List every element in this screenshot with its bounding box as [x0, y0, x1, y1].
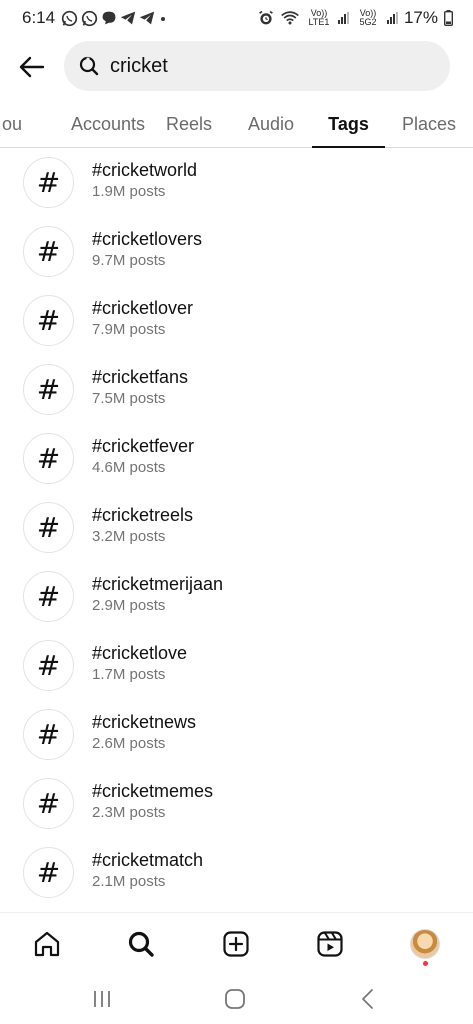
search-input[interactable]: [110, 54, 410, 78]
reels-button[interactable]: [306, 921, 354, 967]
hashtag-icon: #: [23, 640, 74, 691]
post-count: 1.7M posts: [92, 666, 166, 683]
tag-name: #cricketmemes: [92, 781, 214, 801]
telegram-icon: [120, 11, 136, 25]
status-right: Vo)) LTE1 Vo)) 5G2 17%: [258, 8, 453, 28]
whatsapp-icon: [61, 10, 78, 26]
post-count: 2.3M posts: [92, 804, 166, 821]
tag-name: #cricketlove: [92, 643, 188, 663]
recent-apps-icon: [94, 991, 110, 1007]
reels-icon: [317, 931, 343, 957]
list-item[interactable]: # #cricketreels 3.2M posts: [0, 493, 473, 562]
network-label-1: Vo)) LTE1: [308, 8, 330, 27]
alarm-icon: [259, 10, 273, 25]
hashtag-icon: #: [23, 571, 74, 622]
post-count: 7.9M posts: [92, 321, 166, 338]
post-count: 2.6M posts: [92, 735, 166, 752]
tab-audio[interactable]: Audio: [238, 100, 304, 148]
signal-icon: [386, 12, 398, 24]
tab-accounts[interactable]: Accounts: [48, 100, 168, 148]
list-item[interactable]: # #cricketlove 1.7M posts: [0, 631, 473, 700]
list-item[interactable]: # #cricketnews 2.6M posts: [0, 700, 473, 769]
list-item[interactable]: # #cricketfans 7.5M posts: [0, 355, 473, 424]
wifi-icon: [281, 11, 299, 25]
battery-percentage: 17%: [403, 8, 438, 27]
home-button-icon: [225, 989, 245, 1009]
list-item[interactable]: # #cricketmerijaan 2.9M posts: [0, 562, 473, 631]
tab-for-you[interactable]: ou: [0, 100, 26, 148]
back-icon: [362, 989, 373, 1009]
tab-reels[interactable]: Reels: [158, 100, 220, 148]
post-count: 7.5M posts: [92, 390, 166, 407]
tag-name: #cricketlover: [92, 298, 194, 318]
dot-icon: [161, 17, 166, 21]
tag-name: #cricketlovers: [92, 229, 203, 249]
search-tabs: ou Accounts Reels Audio Tags Places: [0, 100, 473, 148]
post-count: 1.9M posts: [92, 183, 166, 200]
hashtag-icon: #: [23, 502, 74, 553]
status-time: 6:14: [22, 8, 56, 27]
whatsapp-icon: [81, 10, 98, 26]
network-label-2: Vo)) 5G2: [359, 8, 377, 27]
signal-icon: [337, 12, 349, 24]
list-item[interactable]: # #cricketlover 7.9M posts: [0, 286, 473, 355]
hashtag-icon: #: [23, 433, 74, 484]
search-icon: [128, 931, 154, 957]
notification-dot: [423, 961, 428, 966]
post-count: 2.9M posts: [92, 597, 166, 614]
tag-name: #cricketmerijaan: [92, 574, 224, 594]
list-item[interactable]: # #cricketfever 4.6M posts: [0, 424, 473, 493]
tag-name: #cricketmatch: [92, 850, 204, 870]
profile-button[interactable]: [401, 921, 449, 967]
telegram-icon: [139, 11, 155, 25]
tag-name: #cricketnews: [92, 712, 197, 732]
bottom-navigation: [0, 912, 473, 974]
back-arrow-icon: [19, 56, 45, 78]
tag-name: #cricketfans: [92, 367, 189, 387]
hashtag-icon: #: [23, 295, 74, 346]
create-post-icon: [223, 931, 249, 957]
hashtag-icon: #: [23, 226, 74, 277]
tab-places[interactable]: Places: [394, 100, 464, 148]
tag-name: #cricketfever: [92, 436, 195, 456]
search-icon: [78, 55, 100, 77]
list-item[interactable]: # #cricketmatch 2.1M posts: [0, 838, 473, 907]
hashtag-icon: #: [23, 847, 74, 898]
tag-name: #cricketworld: [92, 160, 198, 180]
status-bar: 6:14 Vo)) LTE1 Vo)) 5G2 17%: [0, 0, 473, 36]
system-navigation-bar: [0, 974, 473, 1024]
battery-icon: [444, 10, 453, 26]
hashtag-icon: #: [23, 778, 74, 829]
search-button[interactable]: [117, 921, 165, 967]
post-count: 3.2M posts: [92, 528, 166, 545]
post-count: 2.1M posts: [92, 873, 166, 890]
profile-avatar: [410, 929, 440, 959]
notification-icons: [61, 10, 168, 27]
tag-results-list: # #cricketworld 1.9M posts # #cricketlov…: [0, 148, 473, 912]
list-item[interactable]: # #cricketmemes 2.3M posts: [0, 769, 473, 838]
post-count: 4.6M posts: [92, 459, 166, 476]
status-left: 6:14: [22, 8, 168, 28]
back-button[interactable]: [0, 40, 64, 94]
list-item[interactable]: # #cricketworld 1.9M posts: [0, 148, 473, 217]
tag-name: #cricketreels: [92, 505, 194, 525]
system-back-button[interactable]: [348, 986, 388, 1012]
hashtag-icon: #: [23, 157, 74, 208]
list-item[interactable]: # #cricketlovers 9.7M posts: [0, 217, 473, 286]
hashtag-icon: #: [23, 709, 74, 760]
system-home-button[interactable]: [215, 986, 255, 1012]
search-bar[interactable]: [64, 41, 450, 91]
chat-icon: [102, 11, 116, 25]
create-post-button[interactable]: [212, 921, 260, 967]
home-icon: [34, 931, 60, 957]
search-header: [0, 40, 473, 94]
recent-apps-button[interactable]: [82, 986, 122, 1012]
tab-tags[interactable]: Tags: [312, 100, 385, 148]
home-button[interactable]: [23, 921, 71, 967]
post-count: 9.7M posts: [92, 252, 166, 269]
hashtag-icon: #: [23, 364, 74, 415]
